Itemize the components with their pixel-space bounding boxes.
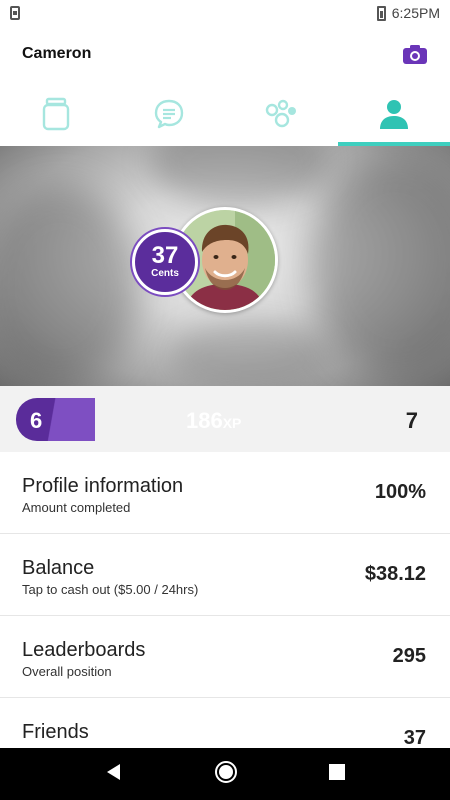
tab-chat[interactable] <box>113 82 226 146</box>
xp-display: 186XP <box>186 408 241 434</box>
recents-button[interactable] <box>328 763 345 785</box>
tab-bar <box>0 82 450 146</box>
camera-icon <box>403 44 427 64</box>
xp-unit: XP <box>222 415 242 431</box>
battery-icon <box>376 5 386 21</box>
xp-value: 186 <box>186 408 223 433</box>
recents-icon <box>328 763 345 780</box>
jar-icon <box>43 97 70 131</box>
row-value: 37 <box>403 727 426 749</box>
row-value: $38.12 <box>364 563 426 585</box>
back-icon <box>107 763 121 780</box>
status-bar: 6:25PM <box>0 0 450 26</box>
background-image <box>0 186 140 386</box>
row-value: 100% <box>374 481 426 503</box>
back-button[interactable] <box>105 763 123 786</box>
next-level: 7 <box>405 408 418 433</box>
camera-button[interactable] <box>402 43 428 65</box>
home-icon <box>214 760 237 783</box>
device-icon <box>10 6 20 20</box>
home-button[interactable] <box>214 760 238 789</box>
chat-icon <box>154 99 183 129</box>
row-value: 295 <box>392 645 426 667</box>
tab-profile[interactable] <box>337 82 450 146</box>
person-icon <box>379 100 408 129</box>
cents-label: Cents <box>151 268 179 279</box>
row-title: Friends <box>22 721 89 743</box>
row-subtitle: Amount completed <box>22 500 131 515</box>
row-title: Leaderboards <box>22 639 146 661</box>
cents-badge: 37 Cents <box>132 229 198 295</box>
tab-jar[interactable] <box>0 82 113 146</box>
bubbles-icon <box>266 99 297 128</box>
profile-header: 37 Cents <box>0 146 450 386</box>
system-nav-bar <box>0 748 450 800</box>
page-title: Cameron <box>22 45 92 62</box>
profile-stats-list: Profile information Amount completed 100… <box>0 452 450 780</box>
row-subtitle: Overall position <box>22 664 112 679</box>
row-title: Profile information <box>22 475 184 497</box>
row-balance[interactable]: Balance Tap to cash out ($5.00 / 24hrs) … <box>0 534 450 616</box>
current-level: 6 <box>30 408 43 433</box>
row-subtitle: Tap to cash out ($5.00 / 24hrs) <box>22 582 199 597</box>
current-level-badge <box>16 398 95 441</box>
row-profile-information[interactable]: Profile information Amount completed 100… <box>0 452 450 534</box>
app-bar: Cameron <box>0 26 450 82</box>
row-leaderboards[interactable]: Leaderboards Overall position 295 <box>0 616 450 698</box>
row-title: Balance <box>22 557 95 579</box>
cents-value: 37 <box>151 242 179 269</box>
status-time: 6:25PM <box>391 5 440 21</box>
tab-bubbles[interactable] <box>225 82 338 146</box>
level-progress-bar: 6 186XP 7 <box>0 386 450 452</box>
